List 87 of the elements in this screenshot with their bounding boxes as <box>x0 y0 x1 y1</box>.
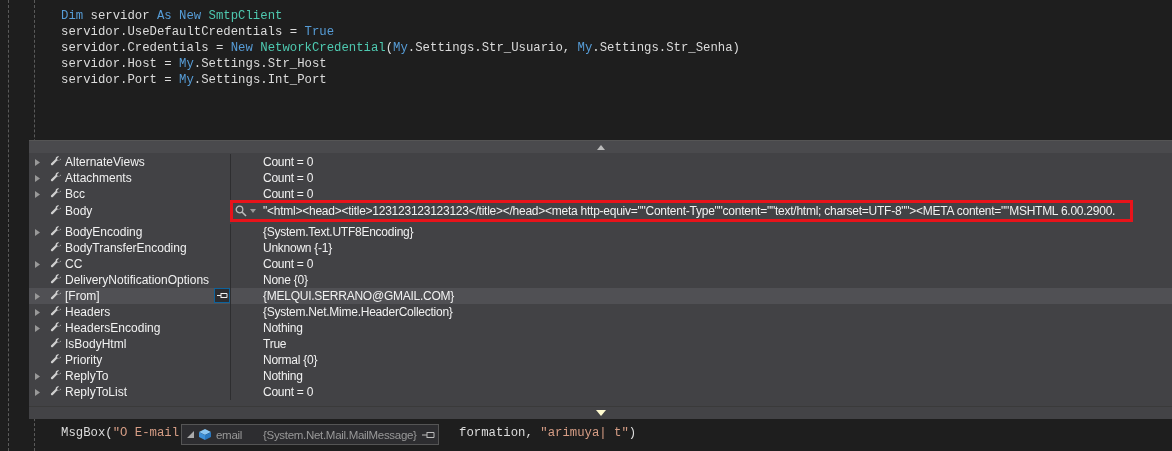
pin-icon <box>216 292 228 299</box>
wrench-icon <box>50 258 62 270</box>
expand-arrow-icon[interactable] <box>35 158 40 166</box>
variable-value: {System.Net.Mail.MailMessage} <box>263 428 417 441</box>
wrench-icon <box>50 338 62 350</box>
watch-row[interactable]: Body "<html><head><title>123123123123123</title></head><meta http-equiv=""Content-Type""content=""text/html; charset=UTF-8""><META content=""MSHTML 6.00.2900. <box>29 203 1172 219</box>
property-value: True <box>263 337 287 351</box>
wrench-icon <box>50 242 62 254</box>
watch-row[interactable]: Headers {System.Net.Mime.HeaderCollection} <box>29 304 1172 320</box>
scroll-up-icon[interactable] <box>596 144 605 150</box>
code-line: Dim servidor As New SmtpClient <box>61 8 283 24</box>
wrench-icon <box>50 306 62 318</box>
code-line: MsgBox("O E-mail <box>61 425 180 441</box>
property-value: Count = 0 <box>263 171 314 185</box>
wrench-icon <box>50 156 62 168</box>
property-name: BodyTransferEncoding <box>65 241 187 255</box>
watch-row[interactable]: [From] {MELQUI.SERRANO@GMAIL.COM} <box>29 288 1172 304</box>
property-value: Normal {0} <box>263 353 318 367</box>
expand-arrow-icon[interactable] <box>35 388 40 396</box>
property-value: Count = 0 <box>263 257 314 271</box>
property-name: Bcc <box>65 187 85 201</box>
expand-arrow-icon[interactable] <box>35 308 40 316</box>
watch-row[interactable]: AlternateViews Count = 0 <box>29 154 1172 170</box>
watch-row[interactable]: ReplyTo Nothing <box>29 368 1172 384</box>
code-line: servidor.Port = My.Settings.Int_Port <box>61 72 327 88</box>
wrench-icon <box>50 188 62 200</box>
wrench-icon <box>50 226 62 238</box>
code-line: formation, "arimuya| t") <box>459 425 637 441</box>
code-line: servidor.UseDefaultCredentials = True <box>61 24 335 40</box>
pin-icon[interactable] <box>421 430 435 439</box>
pin-button[interactable] <box>214 288 230 303</box>
property-name: [From] <box>65 289 100 303</box>
watch-row[interactable]: Priority Normal {0} <box>29 352 1172 368</box>
property-value: Count = 0 <box>263 187 314 201</box>
watch-row[interactable]: BodyTransferEncoding Unknown {-1} <box>29 240 1172 256</box>
expand-arrow-icon[interactable] <box>35 324 40 332</box>
wrench-icon <box>50 172 62 184</box>
expand-arrow-icon[interactable] <box>35 190 40 198</box>
expand-arrow-icon[interactable] <box>35 260 40 268</box>
property-value: {System.Text.UTF8Encoding} <box>263 225 414 239</box>
property-value: Count = 0 <box>263 385 314 399</box>
property-value: Nothing <box>263 321 303 335</box>
code-line: servidor.Host = My.Settings.Str_Host <box>61 56 327 72</box>
expand-arrow-icon[interactable] <box>35 292 40 300</box>
property-name: ReplyToList <box>65 385 128 399</box>
watch-row[interactable]: ReplyToList Count = 0 <box>29 384 1172 400</box>
watch-row[interactable]: Bcc Count = 0 <box>29 186 1172 202</box>
watch-row[interactable]: BodyEncoding {System.Text.UTF8Encoding} <box>29 224 1172 240</box>
property-name: CC <box>65 257 83 271</box>
property-name: Body <box>65 204 93 218</box>
property-value: None {0} <box>263 273 308 287</box>
property-name: HeadersEncoding <box>65 321 161 335</box>
property-name: Priority <box>65 353 103 367</box>
expand-arrow-icon[interactable] <box>35 372 40 380</box>
watch-row[interactable]: IsBodyHtml True <box>29 336 1172 352</box>
property-value: "<html><head><title>123123123123123</title></head><meta http-equiv=""Content-Type""content=""text/html; charset=UTF-8""><META content=""MSHTML 6.00.2900. <box>263 204 1116 218</box>
property-name: BodyEncoding <box>65 225 143 239</box>
expand-arrow-icon[interactable] <box>35 228 40 236</box>
property-name: ReplyTo <box>65 369 109 383</box>
wrench-icon <box>50 354 62 366</box>
scroll-down-icon[interactable] <box>595 410 606 416</box>
wrench-icon <box>50 370 62 382</box>
property-value: Nothing <box>263 369 303 383</box>
property-name: Attachments <box>65 171 132 185</box>
watch-row[interactable]: CC Count = 0 <box>29 256 1172 272</box>
watch-row[interactable]: Attachments Count = 0 <box>29 170 1172 186</box>
collapse-arrow-icon[interactable] <box>187 431 194 438</box>
wrench-icon <box>50 322 62 334</box>
search-icon[interactable] <box>235 205 247 217</box>
wrench-icon <box>50 205 62 217</box>
wrench-icon <box>50 290 62 302</box>
property-value: {MELQUI.SERRANO@GMAIL.COM} <box>263 289 455 303</box>
property-value: Unknown {-1} <box>263 241 333 255</box>
property-value: {System.Net.Mime.HeaderCollection} <box>263 305 453 319</box>
property-name: AlternateViews <box>65 155 145 169</box>
code-line: servidor.Credentials = New NetworkCredential(My.Settings.Str_Usuario, My.Settings.Str_Senha) <box>61 40 740 56</box>
property-name: Headers <box>65 305 111 319</box>
dropdown-caret-icon[interactable] <box>250 209 256 213</box>
wrench-icon <box>50 274 62 286</box>
property-name: DeliveryNotificationOptions <box>65 273 210 287</box>
variable-name: email <box>216 428 242 441</box>
expand-arrow-icon[interactable] <box>35 174 40 182</box>
object-icon <box>199 429 211 440</box>
watch-row[interactable]: HeadersEncoding Nothing <box>29 320 1172 336</box>
property-value: Count = 0 <box>263 155 314 169</box>
wrench-icon <box>50 386 62 398</box>
property-name: IsBodyHtml <box>65 337 127 351</box>
